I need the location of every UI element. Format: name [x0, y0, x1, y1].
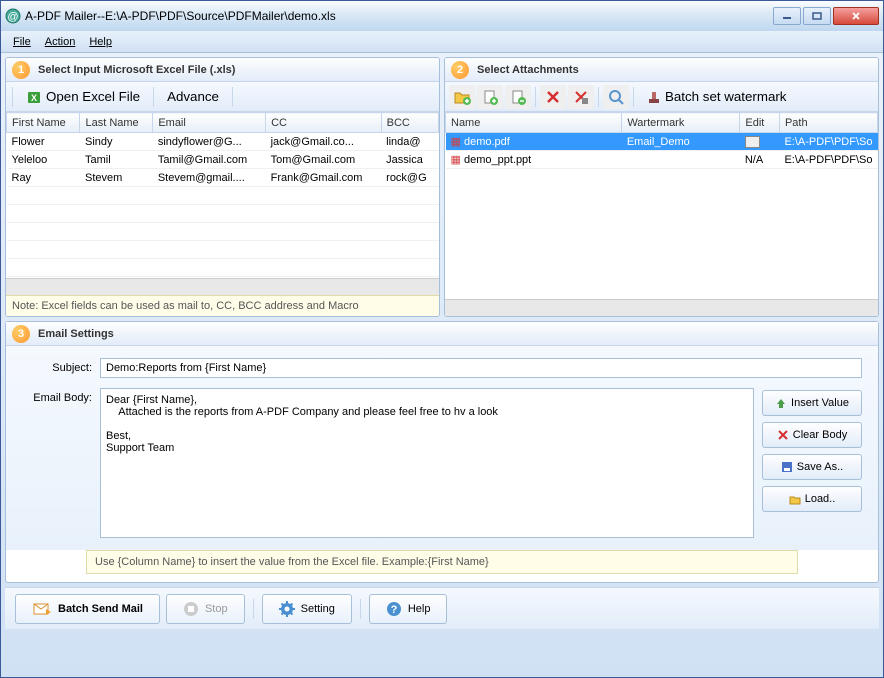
help-button[interactable]: ? Help	[369, 594, 448, 624]
batch-watermark-button[interactable]: Batch set watermark	[638, 85, 795, 109]
open-excel-button[interactable]: X Open Excel File	[17, 85, 149, 109]
bottom-toolbar: Batch Send Mail Stop Setting ? Help	[5, 587, 879, 629]
window-buttons	[773, 7, 879, 25]
column-header[interactable]: First Name	[7, 113, 80, 133]
add-file-icon[interactable]	[477, 85, 503, 109]
panel2-header: 2 Select Attachments	[445, 58, 878, 82]
clear-body-button[interactable]: Clear Body	[762, 422, 862, 448]
body-side-buttons: Insert Value Clear Body Save As.. Load..	[762, 388, 862, 538]
window-title: A-PDF Mailer--E:\A-PDF\PDF\Source\PDFMai…	[25, 9, 773, 23]
attach-table: NameWartermarkEditPath ▦ demo.pdfEmail_D…	[445, 112, 878, 169]
column-header[interactable]: Name	[446, 113, 622, 133]
save-as-button[interactable]: Save As..	[762, 454, 862, 480]
setting-button[interactable]: Setting	[262, 594, 352, 624]
column-header[interactable]: Edit	[740, 113, 780, 133]
svg-text:?: ?	[390, 604, 397, 616]
menu-file[interactable]: File	[7, 34, 37, 50]
mail-send-icon	[32, 601, 52, 617]
column-header[interactable]: BCC	[381, 113, 438, 133]
titlebar[interactable]: @ A-PDF Mailer--E:\A-PDF\PDF\Source\PDFM…	[1, 1, 883, 31]
help-icon: ?	[386, 601, 402, 617]
maximize-button[interactable]	[803, 7, 831, 25]
panel3-header: 3 Email Settings	[6, 322, 878, 346]
subject-input[interactable]	[100, 358, 862, 378]
panel1-scrollbar[interactable]	[6, 278, 439, 295]
preview-icon[interactable]	[603, 85, 629, 109]
column-header[interactable]: CC	[266, 113, 382, 133]
table-row[interactable]: ▦ demo.pdfEmail_Demo...E:\A-PDF\PDF\So	[446, 133, 878, 151]
table-row[interactable]	[7, 223, 439, 241]
table-row[interactable]	[7, 241, 439, 259]
table-row[interactable]: FlowerSindysindyflower@G...jack@Gmail.co…	[7, 133, 439, 151]
subject-label: Subject:	[22, 358, 92, 374]
panel-email-settings: 3 Email Settings Subject: Email Body: In…	[5, 321, 879, 583]
top-row: 1 Select Input Microsoft Excel File (.xl…	[5, 57, 879, 317]
step-badge-2: 2	[451, 61, 469, 79]
body-textarea[interactable]	[100, 388, 754, 538]
delete-tools-icon[interactable]	[568, 85, 594, 109]
minimize-button[interactable]	[773, 7, 801, 25]
column-header[interactable]: Wartermark	[622, 113, 740, 133]
panel1-note: Note: Excel fields can be used as mail t…	[6, 295, 439, 316]
batch-send-button[interactable]: Batch Send Mail	[15, 594, 160, 624]
menu-help[interactable]: Help	[83, 34, 118, 50]
panel-input-excel: 1 Select Input Microsoft Excel File (.xl…	[5, 57, 440, 317]
edit-button[interactable]: ...	[745, 136, 761, 148]
excel-table: First NameLast NameEmailCCBCC FlowerSind…	[6, 112, 439, 277]
body-label: Email Body:	[22, 388, 92, 538]
load-button[interactable]: Load..	[762, 486, 862, 512]
panel1-title: Select Input Microsoft Excel File (.xls)	[38, 64, 235, 76]
step-badge-3: 3	[12, 325, 30, 343]
disk-icon	[781, 461, 793, 473]
app-icon: @	[5, 8, 21, 24]
step-badge-1: 1	[12, 61, 30, 79]
insert-value-button[interactable]: Insert Value	[762, 390, 862, 416]
svg-text:X: X	[31, 93, 37, 103]
stamp-icon	[647, 90, 661, 104]
panel2-scrollbar[interactable]	[445, 299, 878, 316]
excel-icon: X	[26, 89, 42, 105]
app-window: @ A-PDF Mailer--E:\A-PDF\PDF\Source\PDFM…	[0, 0, 884, 678]
column-header[interactable]: Path	[779, 113, 877, 133]
table-row[interactable]	[7, 259, 439, 277]
column-header[interactable]: Last Name	[80, 113, 153, 133]
delete-icon[interactable]	[540, 85, 566, 109]
table-row[interactable]: ▦ demo_ppt.pptN/AE:\A-PDF\PDF\So	[446, 151, 878, 169]
folder-open-icon	[789, 493, 801, 505]
panel-attachments: 2 Select Attachments Batch set waterm	[444, 57, 879, 317]
panel1-toolbar: X Open Excel File Advance	[6, 82, 439, 112]
svg-text:@: @	[7, 11, 18, 23]
column-header[interactable]: Email	[153, 113, 266, 133]
advance-button[interactable]: Advance	[158, 85, 228, 109]
table-row[interactable]: YelelooTamilTamil@Gmail.comTom@Gmail.com…	[7, 151, 439, 169]
table-row[interactable]	[7, 187, 439, 205]
stop-button[interactable]: Stop	[166, 594, 245, 624]
attach-table-wrap[interactable]: NameWartermarkEditPath ▦ demo.pdfEmail_D…	[445, 112, 878, 299]
x-icon	[777, 429, 789, 441]
excel-table-wrap[interactable]: First NameLast NameEmailCCBCC FlowerSind…	[6, 112, 439, 278]
panel2-title: Select Attachments	[477, 64, 579, 76]
email-form: Subject: Email Body: Insert Value Clear …	[6, 346, 878, 550]
up-arrow-icon	[775, 397, 787, 409]
macro-hint: Use {Column Name} to insert the value fr…	[86, 550, 798, 574]
remove-file-icon[interactable]	[505, 85, 531, 109]
content-area: 1 Select Input Microsoft Excel File (.xl…	[1, 53, 883, 677]
gear-icon	[279, 601, 295, 617]
add-folder-icon[interactable]	[449, 85, 475, 109]
table-row[interactable]	[7, 205, 439, 223]
close-button[interactable]	[833, 7, 879, 25]
menu-action[interactable]: Action	[39, 34, 82, 50]
table-row[interactable]: RayStevemStevem@gmail....Frank@Gmail.com…	[7, 169, 439, 187]
menubar: File Action Help	[1, 31, 883, 53]
stop-icon	[183, 601, 199, 617]
panel2-toolbar: Batch set watermark	[445, 82, 878, 112]
panel1-header: 1 Select Input Microsoft Excel File (.xl…	[6, 58, 439, 82]
panel3-title: Email Settings	[38, 328, 114, 340]
